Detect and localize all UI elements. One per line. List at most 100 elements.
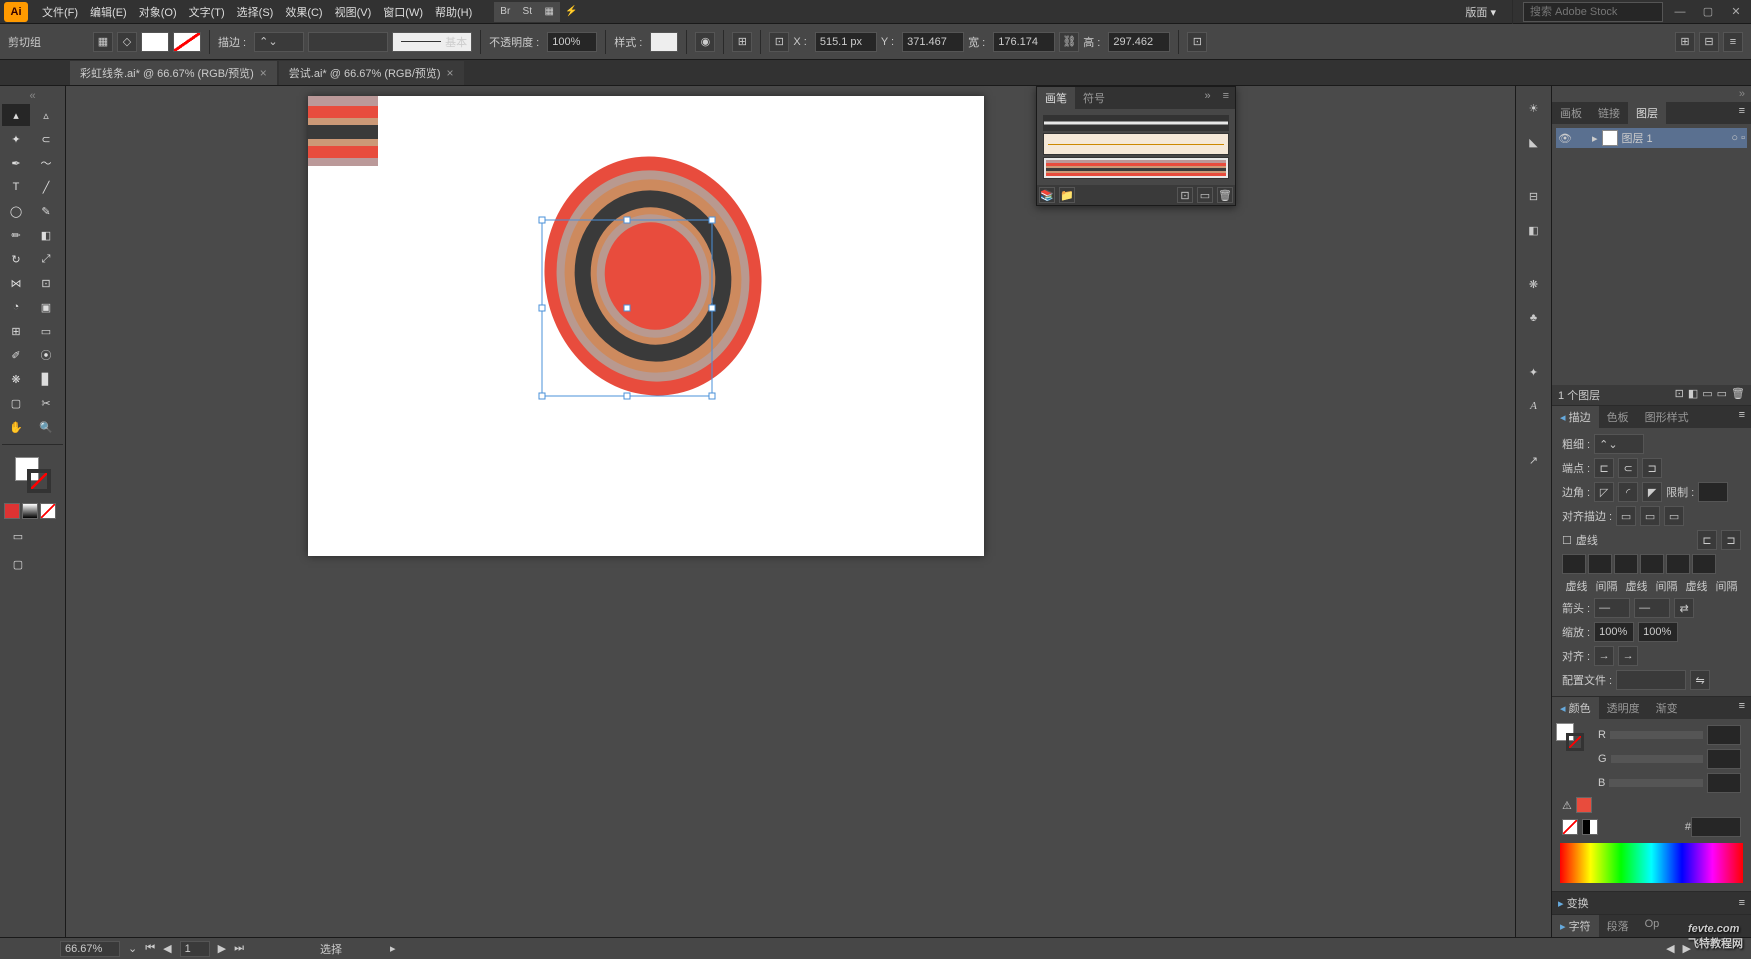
- new-layer-icon[interactable]: ▭: [1717, 387, 1727, 403]
- arrow-end[interactable]: —: [1634, 598, 1670, 618]
- corner-round[interactable]: ◜: [1618, 482, 1638, 502]
- menu-file[interactable]: 文件(F): [36, 4, 84, 20]
- pen-tool[interactable]: ✒: [2, 152, 30, 174]
- style-dropdown[interactable]: [650, 32, 678, 52]
- menu-type[interactable]: 文字(T): [183, 4, 231, 20]
- color-spectrum[interactable]: [1560, 843, 1743, 883]
- mesh-tool[interactable]: ⊞: [2, 320, 30, 342]
- bw-swatch[interactable]: [1582, 819, 1598, 835]
- menu-object[interactable]: 对象(O): [133, 4, 183, 20]
- fill-dropdown[interactable]: [141, 32, 169, 52]
- new-brush-icon[interactable]: ▭: [1197, 187, 1213, 203]
- b-input[interactable]: [1707, 773, 1741, 793]
- r-input[interactable]: [1707, 725, 1741, 745]
- nav-last-icon[interactable]: ⏭: [234, 942, 244, 955]
- gradient-tab[interactable]: 渐变: [1648, 697, 1686, 719]
- canvas[interactable]: 画笔 符号 » ≡ 📚 📁 ⊡ ▭ 🗑: [66, 86, 1515, 937]
- arrow-start[interactable]: —: [1594, 598, 1630, 618]
- gradient-tool[interactable]: ▭: [32, 320, 60, 342]
- h-input[interactable]: [1108, 32, 1170, 52]
- dash-input[interactable]: [1562, 554, 1586, 574]
- panel-collapse-icon[interactable]: »: [1198, 87, 1216, 109]
- arrow-scale-2[interactable]: [1638, 622, 1678, 642]
- tab-close-icon[interactable]: ×: [260, 66, 267, 80]
- panel-menu-icon[interactable]: ≡: [1733, 697, 1751, 719]
- w-input[interactable]: [993, 32, 1055, 52]
- fill-stroke-indicator[interactable]: [15, 457, 51, 493]
- transparency-tab[interactable]: 透明度: [1599, 697, 1648, 719]
- flip-profile[interactable]: ⇋: [1690, 670, 1710, 690]
- magic-wand-tool[interactable]: ✦: [2, 128, 30, 150]
- symbol-sprayer-tool[interactable]: ❋: [2, 368, 30, 390]
- stock-icon[interactable]: St: [516, 2, 538, 22]
- new-sublayer-icon[interactable]: ▭: [1702, 387, 1712, 403]
- status-dropdown-icon[interactable]: ▸: [390, 942, 396, 955]
- tab-close-icon[interactable]: ×: [447, 66, 454, 80]
- menu-select[interactable]: 选择(S): [231, 4, 280, 20]
- panel-toggle-2[interactable]: ⊟: [1699, 32, 1719, 52]
- character-tab[interactable]: ▸ 字符: [1552, 915, 1599, 937]
- transform-ref-btn[interactable]: ⊡: [769, 32, 789, 52]
- align-inside[interactable]: ▭: [1640, 506, 1660, 526]
- appearance-icon[interactable]: ❋: [1522, 272, 1546, 296]
- lasso-tool[interactable]: ⊂: [32, 128, 60, 150]
- limit-input[interactable]: [1698, 482, 1728, 502]
- align-panel-icon[interactable]: ⊟: [1522, 184, 1546, 208]
- none-swatch[interactable]: [1562, 819, 1578, 835]
- swap-arrows[interactable]: ⇄: [1674, 598, 1694, 618]
- out-of-gamut-icon[interactable]: ⚠: [1562, 799, 1572, 812]
- align-outside[interactable]: ▭: [1664, 506, 1684, 526]
- pathfinder-icon[interactable]: ◧: [1522, 218, 1546, 242]
- isolate-btn[interactable]: ⊡: [1187, 32, 1207, 52]
- locate-icon[interactable]: ⊡: [1675, 387, 1684, 403]
- document-tab-0[interactable]: 彩虹线条.ai* @ 66.67% (RGB/预览) ×: [70, 61, 277, 85]
- slice-tool[interactable]: ✂: [32, 392, 60, 414]
- nav-prev-icon[interactable]: ◀: [163, 942, 171, 955]
- workspace-switcher[interactable]: 版面 ▾: [1459, 4, 1502, 20]
- draw-mode[interactable]: ▭: [4, 525, 32, 547]
- expand-icon[interactable]: ▸: [1592, 132, 1598, 145]
- dash-input[interactable]: [1614, 554, 1638, 574]
- arrow-scale-1[interactable]: [1594, 622, 1634, 642]
- ellipse-tool[interactable]: ◯: [2, 200, 30, 222]
- weight-input[interactable]: ⌃⌄: [1594, 434, 1644, 454]
- curvature-tool[interactable]: 〜: [32, 152, 60, 174]
- panel-menu-icon[interactable]: ≡: [1217, 87, 1235, 109]
- export-icon[interactable]: ↗: [1522, 448, 1546, 472]
- type-panel-icon[interactable]: A: [1522, 394, 1546, 418]
- brush-def[interactable]: 基本: [392, 32, 472, 52]
- layers-tab[interactable]: 图层: [1628, 102, 1666, 124]
- artboard-nav-input[interactable]: [180, 941, 210, 957]
- stroke-weight[interactable]: ⌃⌄: [254, 32, 304, 52]
- artboards-tab[interactable]: 画板: [1552, 102, 1590, 124]
- scroll-left-icon[interactable]: ◀: [1666, 942, 1674, 955]
- shaper-tool[interactable]: ✏: [2, 224, 30, 246]
- delete-layer-icon[interactable]: 🗑: [1731, 387, 1745, 403]
- menu-effect[interactable]: 效果(C): [279, 4, 328, 20]
- corner-miter[interactable]: ◸: [1594, 482, 1614, 502]
- gradient-swatch[interactable]: [22, 503, 38, 519]
- collapse-panels-icon[interactable]: »: [1552, 86, 1751, 102]
- none-swatch[interactable]: [40, 503, 56, 519]
- align-btn[interactable]: ▦: [93, 32, 113, 52]
- color-guide-icon[interactable]: ◣: [1522, 130, 1546, 154]
- type-tool[interactable]: T: [2, 176, 30, 198]
- color-swatch[interactable]: [4, 503, 20, 519]
- brush-lib-icon[interactable]: 📚: [1039, 187, 1055, 203]
- color-tab[interactable]: ◂ 颜色: [1552, 697, 1599, 719]
- paragraph-tab[interactable]: 段落: [1599, 915, 1637, 937]
- profile-dropdown[interactable]: [1616, 670, 1686, 690]
- links-tab[interactable]: 链接: [1590, 102, 1628, 124]
- hand-tool[interactable]: ✋: [2, 416, 30, 438]
- panel-menu-icon[interactable]: ≡: [1733, 102, 1751, 124]
- arrange-icon[interactable]: ▦: [538, 2, 560, 22]
- layer-row[interactable]: 👁 ▸ 图层 1 ○ ▫: [1556, 128, 1747, 148]
- brushes-panel[interactable]: 画笔 符号 » ≡ 📚 📁 ⊡ ▭ 🗑: [1036, 86, 1236, 206]
- gpu-icon[interactable]: ⚡: [560, 2, 582, 22]
- zoom-dropdown-icon[interactable]: ⌄: [128, 942, 137, 955]
- stroke-tab[interactable]: ◂ 描边: [1552, 406, 1599, 428]
- zoom-input[interactable]: [60, 941, 120, 957]
- stroke-swatch[interactable]: [173, 32, 201, 52]
- g-input[interactable]: [1707, 749, 1741, 769]
- brushes-tab[interactable]: 画笔: [1037, 87, 1075, 109]
